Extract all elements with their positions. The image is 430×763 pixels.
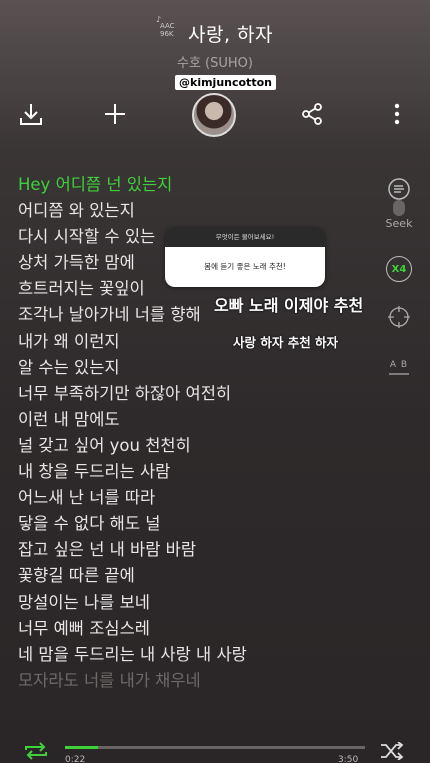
artist-avatar[interactable]	[192, 93, 236, 137]
song-title: 사랑, 하자	[188, 24, 273, 46]
lyric-line[interactable]: 내 창을 두드리는 사람	[18, 459, 378, 485]
current-time: 0:22	[65, 755, 86, 763]
more-vertical-icon	[394, 103, 400, 125]
lyric-line[interactable]: 어느새 난 너를 따라	[18, 485, 378, 511]
lyric-line[interactable]: 잡고 싶은 넌 내 바람 바람	[18, 537, 378, 563]
lyric-line[interactable]: 알 수는 있는지	[18, 355, 378, 381]
more-button[interactable]	[384, 100, 410, 128]
seek-label: Seek	[385, 217, 413, 230]
question-answer: 봄에 듣기 좋은 노래 추천!	[165, 247, 325, 287]
lyrics-view-button[interactable]	[386, 176, 412, 202]
lyric-line[interactable]: 너무 예뻐 조심스레	[18, 616, 378, 642]
share-icon	[302, 103, 322, 125]
speed-label: X4	[391, 263, 407, 275]
lyric-line[interactable]: 이런 내 맘에도	[18, 407, 378, 433]
lyric-line[interactable]: 모자라도 너를 내가 채우네	[18, 668, 378, 694]
lyric-line[interactable]: 어디쯤 와 있는지	[18, 198, 378, 224]
progress-bar[interactable]	[65, 746, 365, 749]
lyric-line[interactable]: 널 갖고 싶어 you 천천히	[18, 433, 378, 459]
lyric-line[interactable]: 망설이는 나를 보네	[18, 590, 378, 616]
lyrics-list-icon	[388, 178, 410, 200]
artist-name[interactable]: 수호 (SUHO)	[0, 52, 430, 71]
player-header: ♪ AAC 96K 사랑, 하자 수호 (SUHO) @kimjuncotton	[0, 0, 430, 150]
player-controls: 0:22 3:50	[0, 735, 430, 763]
total-time: 3:50	[338, 755, 359, 763]
story-question-sticker: 무엇이든 물어보세요! 봄에 듣기 좋은 노래 추천!	[165, 227, 325, 287]
ab-repeat-label: A B	[389, 359, 409, 370]
lyric-line-current[interactable]: Hey 어디쯤 넌 있는지	[18, 172, 378, 198]
plus-icon	[105, 104, 125, 124]
ab-repeat-button[interactable]: A B	[384, 357, 414, 377]
lyric-line[interactable]: 닿을 수 없다 해도 널	[18, 511, 378, 537]
repeat-button[interactable]	[22, 741, 50, 761]
share-button[interactable]	[297, 100, 327, 128]
audio-quality-badge: ♪ AAC 96K	[156, 16, 186, 39]
crosshair-icon	[388, 306, 410, 328]
speed-button[interactable]: X4	[386, 256, 412, 282]
quality-format: AAC	[160, 22, 175, 30]
music-note-icon: ♪	[156, 15, 162, 24]
target-button[interactable]	[386, 304, 412, 330]
repeat-icon	[25, 742, 47, 760]
question-prompt: 무엇이든 물어보세요!	[165, 227, 325, 247]
lyric-line[interactable]: 너무 부족하기만 하잖아 여전히	[18, 381, 378, 407]
ab-repeat-icon	[389, 372, 409, 375]
add-to-playlist-button[interactable]	[100, 100, 130, 128]
story-username-sticker: @kimjuncotton	[175, 75, 276, 90]
story-caption: 오빠 노래 이제야 추천	[214, 296, 364, 315]
progress-fill	[65, 746, 98, 749]
story-subcaption: 사랑 하자 추천 하자	[233, 335, 339, 350]
seek-toggle[interactable]	[393, 200, 405, 216]
download-icon	[20, 104, 42, 125]
lyric-line[interactable]: 네 맘을 두드리는 내 사랑 내 사랑	[18, 642, 378, 668]
lyric-line[interactable]: 꽃향길 따른 끝에	[18, 563, 378, 589]
download-button[interactable]	[16, 100, 46, 128]
shuffle-icon	[381, 742, 404, 760]
quality-bitrate: 96K	[160, 30, 174, 38]
shuffle-button[interactable]	[378, 741, 406, 761]
